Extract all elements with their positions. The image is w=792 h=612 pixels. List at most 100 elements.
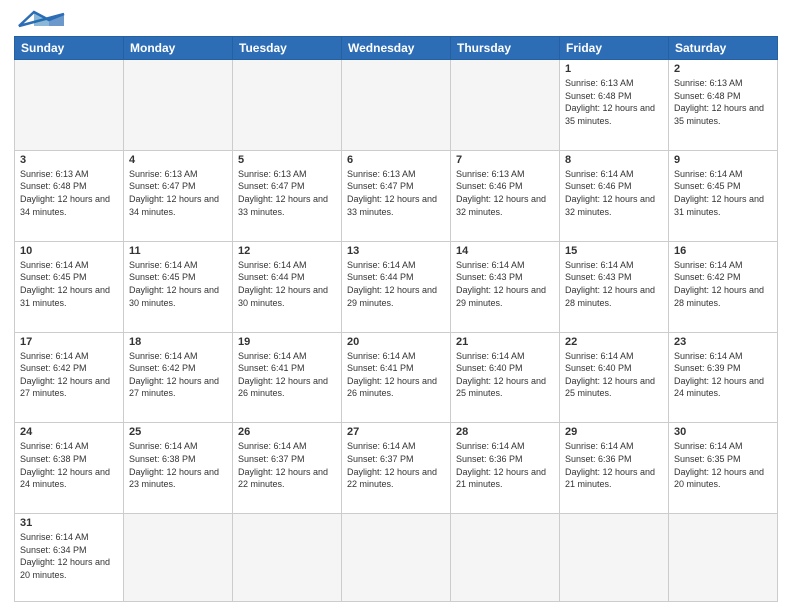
day-info: Sunrise: 6:14 AM Sunset: 6:39 PM Dayligh… <box>674 350 772 400</box>
logo-icon <box>14 10 69 28</box>
day-number: 16 <box>674 245 772 257</box>
calendar-cell-empty <box>233 60 342 151</box>
day-info: Sunrise: 6:14 AM Sunset: 6:40 PM Dayligh… <box>456 350 554 400</box>
day-info: Sunrise: 6:14 AM Sunset: 6:44 PM Dayligh… <box>347 259 445 309</box>
day-number: 31 <box>20 517 118 529</box>
calendar-cell-empty <box>342 60 451 151</box>
day-number: 3 <box>20 154 118 166</box>
day-number: 9 <box>674 154 772 166</box>
day-info: Sunrise: 6:14 AM Sunset: 6:35 PM Dayligh… <box>674 440 772 490</box>
day-number: 1 <box>565 63 663 75</box>
calendar-cell-25: 25 Sunrise: 6:14 AM Sunset: 6:38 PM Dayli… <box>124 423 233 514</box>
calendar-week-5: 31 Sunrise: 6:14 AM Sunset: 6:34 PM Dayli… <box>15 514 778 602</box>
calendar-week-3: 17 Sunrise: 6:14 AM Sunset: 6:42 PM Dayli… <box>15 332 778 423</box>
day-info: Sunrise: 6:14 AM Sunset: 6:43 PM Dayligh… <box>565 259 663 309</box>
calendar-day-header-tuesday: Tuesday <box>233 37 342 60</box>
day-info: Sunrise: 6:14 AM Sunset: 6:45 PM Dayligh… <box>129 259 227 309</box>
logo <box>14 10 69 28</box>
calendar-cell-6: 6Sunrise: 6:13 AM Sunset: 6:47 PM Daylig… <box>342 150 451 241</box>
calendar-cell-18: 18 Sunrise: 6:14 AM Sunset: 6:42 PM Dayli… <box>124 332 233 423</box>
day-info: Sunrise: 6:14 AM Sunset: 6:38 PM Dayligh… <box>20 440 118 490</box>
calendar-header-row: SundayMondayTuesdayWednesdayThursdayFrid… <box>15 37 778 60</box>
calendar-cell-12: 12 Sunrise: 6:14 AM Sunset: 6:44 PM Dayli… <box>233 241 342 332</box>
header <box>14 10 778 28</box>
calendar-cell-11: 11Sunrise: 6:14 AM Sunset: 6:45 PM Dayli… <box>124 241 233 332</box>
calendar-cell-8: 8 Sunrise: 6:14 AM Sunset: 6:46 PM Daylig… <box>560 150 669 241</box>
calendar-cell-27: 27 Sunrise: 6:14 AM Sunset: 6:37 PM Dayli… <box>342 423 451 514</box>
day-number: 4 <box>129 154 227 166</box>
calendar-cell-31: 31 Sunrise: 6:14 AM Sunset: 6:34 PM Dayli… <box>15 514 124 602</box>
calendar-cell-21: 21 Sunrise: 6:14 AM Sunset: 6:40 PM Dayli… <box>451 332 560 423</box>
day-info: Sunrise: 6:14 AM Sunset: 6:37 PM Dayligh… <box>238 440 336 490</box>
calendar-day-header-monday: Monday <box>124 37 233 60</box>
calendar-cell-empty <box>669 514 778 602</box>
day-info: Sunrise: 6:14 AM Sunset: 6:42 PM Dayligh… <box>129 350 227 400</box>
calendar-day-header-saturday: Saturday <box>669 37 778 60</box>
calendar-cell-9: 9 Sunrise: 6:14 AM Sunset: 6:45 PM Daylig… <box>669 150 778 241</box>
day-info: Sunrise: 6:14 AM Sunset: 6:36 PM Dayligh… <box>456 440 554 490</box>
calendar-cell-13: 13 Sunrise: 6:14 AM Sunset: 6:44 PM Dayli… <box>342 241 451 332</box>
calendar-cell-empty <box>451 514 560 602</box>
day-number: 30 <box>674 426 772 438</box>
day-info: Sunrise: 6:14 AM Sunset: 6:44 PM Dayligh… <box>238 259 336 309</box>
day-number: 18 <box>129 336 227 348</box>
day-info: Sunrise: 6:13 AM Sunset: 6:47 PM Dayligh… <box>129 168 227 218</box>
day-number: 25 <box>129 426 227 438</box>
calendar-cell-5: 5 Sunrise: 6:13 AM Sunset: 6:47 PM Daylig… <box>233 150 342 241</box>
calendar-cell-26: 26 Sunrise: 6:14 AM Sunset: 6:37 PM Dayli… <box>233 423 342 514</box>
day-info: Sunrise: 6:13 AM Sunset: 6:48 PM Dayligh… <box>674 77 772 127</box>
day-info: Sunrise: 6:13 AM Sunset: 6:46 PM Dayligh… <box>456 168 554 218</box>
day-number: 21 <box>456 336 554 348</box>
day-info: Sunrise: 6:14 AM Sunset: 6:37 PM Dayligh… <box>347 440 445 490</box>
calendar-cell-empty <box>451 60 560 151</box>
day-info: Sunrise: 6:13 AM Sunset: 6:47 PM Dayligh… <box>347 168 445 218</box>
day-number: 26 <box>238 426 336 438</box>
day-number: 23 <box>674 336 772 348</box>
calendar-cell-22: 22Sunrise: 6:14 AM Sunset: 6:40 PM Dayli… <box>560 332 669 423</box>
day-info: Sunrise: 6:14 AM Sunset: 6:43 PM Dayligh… <box>456 259 554 309</box>
day-info: Sunrise: 6:13 AM Sunset: 6:47 PM Dayligh… <box>238 168 336 218</box>
calendar-week-4: 24 Sunrise: 6:14 AM Sunset: 6:38 PM Dayli… <box>15 423 778 514</box>
day-info: Sunrise: 6:13 AM Sunset: 6:48 PM Dayligh… <box>20 168 118 218</box>
day-number: 7 <box>456 154 554 166</box>
calendar-cell-10: 10 Sunrise: 6:14 AM Sunset: 6:45 PM Dayli… <box>15 241 124 332</box>
day-info: Sunrise: 6:14 AM Sunset: 6:45 PM Dayligh… <box>674 168 772 218</box>
calendar-day-header-sunday: Sunday <box>15 37 124 60</box>
day-info: Sunrise: 6:14 AM Sunset: 6:46 PM Dayligh… <box>565 168 663 218</box>
day-info: Sunrise: 6:14 AM Sunset: 6:41 PM Dayligh… <box>347 350 445 400</box>
day-number: 15 <box>565 245 663 257</box>
day-info: Sunrise: 6:14 AM Sunset: 6:34 PM Dayligh… <box>20 531 118 581</box>
calendar-cell-28: 28 Sunrise: 6:14 AM Sunset: 6:36 PM Dayli… <box>451 423 560 514</box>
calendar-day-header-friday: Friday <box>560 37 669 60</box>
day-info: Sunrise: 6:14 AM Sunset: 6:41 PM Dayligh… <box>238 350 336 400</box>
day-number: 13 <box>347 245 445 257</box>
calendar-table: SundayMondayTuesdayWednesdayThursdayFrid… <box>14 36 778 602</box>
day-number: 17 <box>20 336 118 348</box>
calendar-cell-empty <box>342 514 451 602</box>
day-number: 5 <box>238 154 336 166</box>
day-info: Sunrise: 6:14 AM Sunset: 6:45 PM Dayligh… <box>20 259 118 309</box>
calendar-cell-20: 20 Sunrise: 6:14 AM Sunset: 6:41 PM Dayli… <box>342 332 451 423</box>
day-info: Sunrise: 6:14 AM Sunset: 6:42 PM Dayligh… <box>674 259 772 309</box>
day-number: 24 <box>20 426 118 438</box>
calendar-week-2: 10 Sunrise: 6:14 AM Sunset: 6:45 PM Dayli… <box>15 241 778 332</box>
calendar-cell-15: 15 Sunrise: 6:14 AM Sunset: 6:43 PM Dayli… <box>560 241 669 332</box>
day-number: 10 <box>20 245 118 257</box>
day-number: 28 <box>456 426 554 438</box>
calendar-week-1: 3 Sunrise: 6:13 AM Sunset: 6:48 PM Daylig… <box>15 150 778 241</box>
day-number: 12 <box>238 245 336 257</box>
calendar-cell-empty <box>124 514 233 602</box>
day-info: Sunrise: 6:13 AM Sunset: 6:48 PM Dayligh… <box>565 77 663 127</box>
day-info: Sunrise: 6:14 AM Sunset: 6:36 PM Dayligh… <box>565 440 663 490</box>
calendar-cell-3: 3 Sunrise: 6:13 AM Sunset: 6:48 PM Daylig… <box>15 150 124 241</box>
calendar-cell-2: 2 Sunrise: 6:13 AM Sunset: 6:48 PM Daylig… <box>669 60 778 151</box>
day-number: 29 <box>565 426 663 438</box>
calendar-cell-30: 30 Sunrise: 6:14 AM Sunset: 6:35 PM Dayli… <box>669 423 778 514</box>
day-info: Sunrise: 6:14 AM Sunset: 6:38 PM Dayligh… <box>129 440 227 490</box>
day-number: 14 <box>456 245 554 257</box>
calendar-cell-7: 7 Sunrise: 6:13 AM Sunset: 6:46 PM Daylig… <box>451 150 560 241</box>
day-number: 20 <box>347 336 445 348</box>
day-number: 8 <box>565 154 663 166</box>
day-number: 27 <box>347 426 445 438</box>
day-number: 2 <box>674 63 772 75</box>
